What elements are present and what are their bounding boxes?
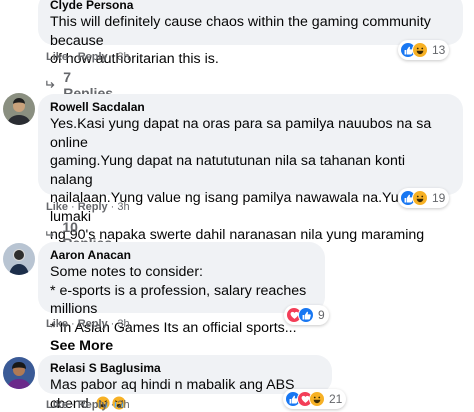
reply-arrow-icon — [46, 231, 54, 238]
reply-arrow-icon — [46, 80, 55, 88]
haha-icon — [412, 190, 428, 206]
reactions-summary[interactable]: 9 — [284, 305, 329, 325]
comment-bubble: Clyde Persona This will definitely cause… — [38, 0, 463, 67]
reactions-summary[interactable]: 21 — [283, 389, 347, 409]
comment-author[interactable]: Clyde Persona — [50, 0, 451, 13]
comment-author[interactable]: Rowell Sacdalan — [50, 100, 451, 115]
reaction-count: 21 — [329, 392, 343, 406]
comment-timestamp[interactable]: 3h — [117, 201, 129, 213]
comment-author[interactable]: Aaron Anacan — [50, 248, 313, 263]
comment-text-line: Yes.Kasi yung dapat na oras para sa pami… — [50, 116, 432, 151]
reply-button[interactable]: Reply — [78, 318, 108, 330]
like-icon — [298, 307, 314, 323]
haha-icon — [309, 391, 325, 407]
see-more-link[interactable]: See More — [50, 338, 113, 354]
like-button[interactable]: Like — [46, 51, 68, 63]
reply-button[interactable]: Reply — [78, 399, 108, 411]
like-button[interactable]: Like — [46, 399, 68, 411]
comment-author[interactable]: Relasi S Baglusima — [50, 361, 320, 376]
reactions-summary[interactable]: 13 — [398, 40, 450, 60]
comment-actions: Like · Reply · 3h — [46, 51, 130, 63]
reaction-count: 19 — [432, 191, 446, 205]
avatar[interactable] — [3, 357, 35, 389]
reaction-count: 9 — [318, 308, 325, 322]
avatar[interactable] — [3, 243, 35, 275]
comment-text-line: This will definitely cause chaos within … — [50, 14, 431, 49]
reply-button[interactable]: Reply — [78, 51, 108, 63]
comment-bubble: Relasi S Baglusima Mas pabor aq hindi n … — [38, 355, 332, 412]
comment-text-line: gaming.Yung dapat na natututunan nila sa… — [50, 153, 405, 188]
comment-actions: Like · Reply · 3h — [46, 201, 130, 213]
reactions-summary[interactable]: 19 — [398, 188, 450, 208]
like-button[interactable]: Like — [46, 201, 68, 213]
comment-timestamp[interactable]: 3h — [117, 318, 129, 330]
comment-text-line: * e-sports is a profession, salary reach… — [50, 282, 307, 318]
comment-text-line: Some notes to consider: — [50, 264, 203, 280]
comment-bubble: Aaron Anacan Some notes to consider: * e… — [38, 242, 325, 354]
avatar[interactable] — [3, 93, 35, 125]
comment-timestamp[interactable]: 3h — [117, 51, 129, 63]
like-button[interactable]: Like — [46, 318, 68, 330]
haha-icon — [412, 42, 428, 58]
comment-actions: Like · Reply · 2h — [46, 399, 130, 411]
comment-bubble: Rowell Sacdalan Yes.Kasi yung dapat na o… — [38, 94, 463, 280]
reply-button[interactable]: Reply — [78, 201, 108, 213]
comment-actions: Like · Reply · 3h — [46, 318, 130, 330]
comment-timestamp[interactable]: 2h — [117, 399, 129, 411]
reaction-count: 13 — [432, 43, 446, 57]
